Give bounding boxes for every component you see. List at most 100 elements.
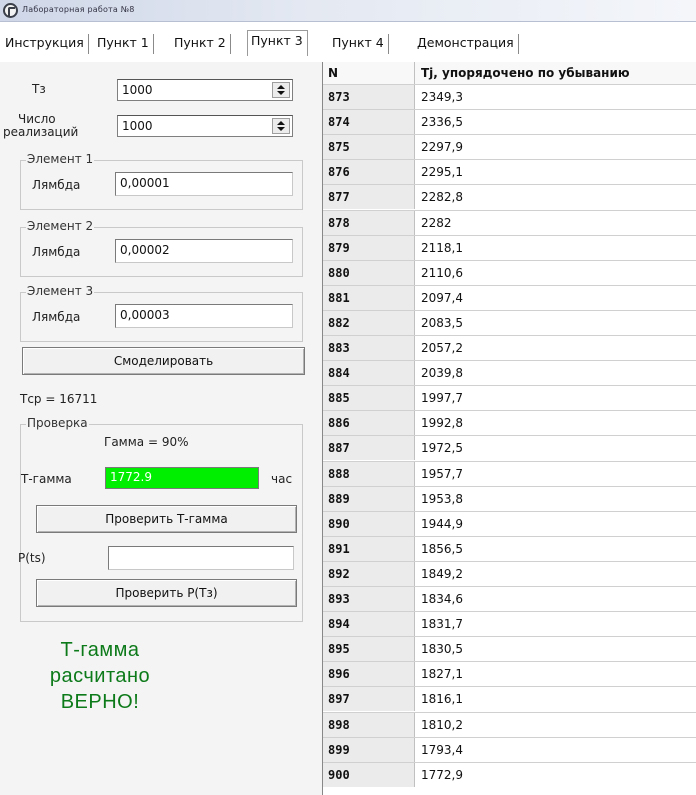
row-tj-cell: 2057,2 [421, 341, 463, 355]
table-row[interactable]: 898 1810,2 [323, 711, 696, 737]
verdict-line-3: ВЕРНО! [60, 691, 140, 713]
realizations-spin-arrows[interactable] [272, 118, 290, 134]
window-title: Лабораторная работа №8 [22, 5, 135, 14]
tcp-text: Тср = 16711 [20, 392, 98, 406]
table-row[interactable]: 886 1992,8 [323, 410, 696, 436]
p-input[interactable] [108, 546, 294, 570]
table-row[interactable]: 879 2118,1 [323, 234, 696, 260]
row-n-cell: 892 [323, 561, 415, 586]
table-row[interactable]: 889 1953,8 [323, 485, 696, 511]
table-row[interactable]: 888 1957,7 [323, 460, 696, 486]
row-n-cell: 875 [323, 135, 415, 160]
spin-down-icon[interactable] [277, 127, 285, 131]
results-table[interactable]: N Tj, упорядочено по убыванию 873 2349,3 8… [323, 62, 696, 795]
row-n-cell: 891 [323, 536, 415, 561]
row-n-cell: 885 [323, 386, 415, 411]
row-tj-cell: 2110,6 [421, 265, 463, 280]
simulate-button[interactable]: Смоделировать [22, 347, 305, 375]
table-row[interactable]: 897 1816,1 [323, 686, 696, 712]
row-n-cell: 897 [323, 687, 415, 712]
column-header-n[interactable]: N [323, 62, 415, 84]
spin-up-icon[interactable] [277, 85, 285, 89]
row-tj-cell: 1953,8 [421, 491, 463, 506]
tab-instruction[interactable]: Инструкция [2, 34, 89, 54]
table-row[interactable]: 894 1831,7 [323, 611, 696, 637]
table-row[interactable]: 873 2349,3 [323, 84, 696, 110]
table-row[interactable]: 880 2110,6 [323, 259, 696, 285]
tab-point-4[interactable]: Пункт 4 [329, 34, 389, 54]
row-n-cell: 893 [323, 587, 415, 612]
realizations-label-line1: Число [18, 112, 56, 126]
table-row[interactable]: 885 1997,7 [323, 385, 696, 411]
table-row[interactable]: 887 1972,5 [323, 435, 696, 461]
table-row[interactable]: 895 1830,5 [323, 636, 696, 662]
row-tj-cell: 2118,1 [421, 240, 463, 255]
table-row[interactable]: 891 1856,5 [323, 535, 696, 561]
table-row[interactable]: 874 2336,5 [323, 109, 696, 135]
row-tj-cell: 2097,4 [421, 290, 463, 305]
tgamma-output: 1772.9 [105, 467, 259, 489]
element-3-group: Элемент 3 Лямбда 0,00003 [20, 284, 303, 342]
verdict-message: Т-гамма расчитано ВЕРНО! [20, 637, 180, 715]
tab-point-3[interactable]: Пункт 3 [247, 30, 308, 56]
row-tj-cell: 1830,5 [421, 642, 463, 657]
parameters-panel: Тз 1000 Число реализаций 1000 Элемент 1 … [0, 62, 322, 795]
row-tj-cell: 1856,5 [421, 541, 463, 556]
table-row[interactable]: 900 1772,9 [323, 761, 696, 787]
column-header-tj[interactable]: Tj, упорядочено по убыванию [416, 62, 696, 84]
row-n-cell: 889 [323, 486, 415, 511]
row-tj-cell: 1997,7 [421, 391, 463, 406]
row-tj-cell: 2039,8 [421, 366, 463, 381]
row-tj-cell: 2282 [421, 215, 452, 230]
table-row[interactable]: 884 2039,8 [323, 360, 696, 386]
check-caption: Проверка [26, 416, 89, 430]
ts-spin-arrows[interactable] [272, 82, 290, 98]
table-row[interactable]: 876 2295,1 [323, 159, 696, 185]
tgamma-label: Т-гамма [21, 472, 72, 486]
check-tgamma-button[interactable]: Проверить Т-гамма [36, 505, 297, 533]
spin-down-icon[interactable] [277, 91, 285, 95]
table-row[interactable]: 877 2282,8 [323, 184, 696, 210]
element-1-caption: Элемент 1 [26, 152, 95, 166]
table-row[interactable]: 883 2057,2 [323, 335, 696, 361]
table-row[interactable]: 878 2282 [323, 209, 696, 235]
row-n-cell: 899 [323, 737, 415, 762]
table-row[interactable]: 896 1827,1 [323, 661, 696, 687]
table-row[interactable]: 893 1834,6 [323, 586, 696, 612]
row-tj-cell: 1849,2 [421, 566, 463, 581]
realizations-spinner[interactable]: 1000 [117, 115, 293, 137]
check-group: Проверка Гамма = 90% Т-гамма 1772.9 час … [18, 416, 303, 622]
row-tj-cell: 1831,7 [421, 617, 463, 632]
element-1-lambda-input[interactable]: 0,00001 [115, 172, 293, 196]
row-tj-cell: 2295,1 [421, 165, 463, 180]
row-tj-cell: 1772,9 [421, 767, 463, 782]
tab-point-1[interactable]: Пункт 1 [94, 34, 154, 54]
row-n-cell: 874 [323, 110, 415, 135]
table-row[interactable]: 899 1793,4 [323, 736, 696, 762]
row-tj-cell: 2297,9 [421, 140, 463, 155]
row-tj-cell: 1834,6 [421, 592, 463, 606]
ts-spinner[interactable]: 1000 [117, 79, 293, 101]
table-row[interactable]: 882 2083,5 [323, 309, 696, 335]
table-row[interactable]: 892 1849,2 [323, 560, 696, 586]
element-3-lambda-input[interactable]: 0,00003 [115, 304, 293, 328]
gamma-text: Гамма = 90% [104, 435, 189, 449]
table-row[interactable]: 890 1944,9 [323, 510, 696, 536]
verdict-line-1: Т-гамма [60, 639, 140, 661]
row-n-cell: 883 [323, 336, 415, 361]
app-icon [3, 3, 18, 18]
tab-demonstration[interactable]: Демонстрация [414, 34, 519, 54]
spin-up-icon[interactable] [277, 121, 285, 125]
row-n-cell: 880 [323, 260, 415, 285]
row-tj-cell: 1944,9 [421, 516, 463, 531]
check-p-button[interactable]: Проверить Р(Тз) [36, 579, 297, 607]
row-tj-cell: 1810,2 [421, 717, 463, 732]
element-2-caption: Элемент 2 [26, 219, 95, 233]
element-2-lambda-input[interactable]: 0,00002 [115, 239, 293, 263]
row-n-cell: 878 [323, 210, 415, 235]
table-row[interactable]: 881 2097,4 [323, 284, 696, 310]
tab-point-2[interactable]: Пункт 2 [171, 34, 231, 54]
table-row[interactable]: 875 2297,9 [323, 134, 696, 160]
row-n-cell: 894 [323, 612, 415, 637]
row-tj-cell: 1816,1 [421, 692, 463, 707]
